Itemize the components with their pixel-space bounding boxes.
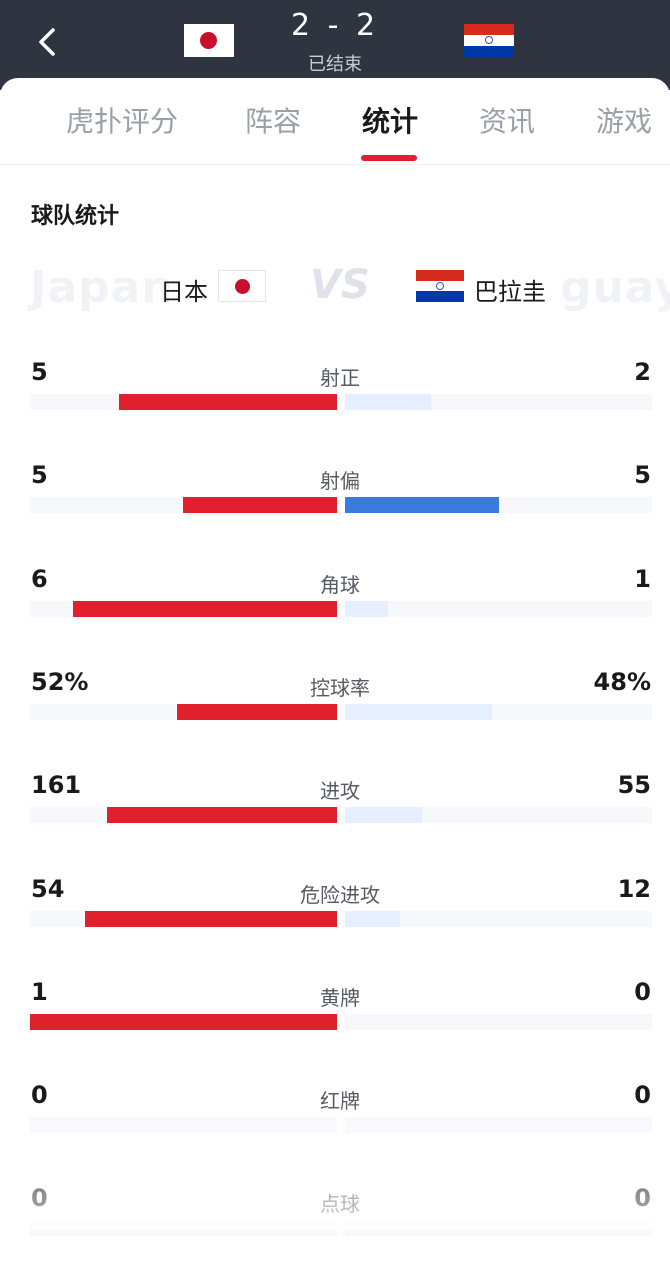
home-stat-bar xyxy=(177,704,337,720)
tab-hupu-rating[interactable]: 虎扑评分 xyxy=(66,100,178,140)
home-stat-value: 161 xyxy=(31,771,82,799)
home-stat-bar xyxy=(119,394,337,410)
stat-row: 0 红牌 0 xyxy=(0,1081,670,1161)
home-stat-track xyxy=(30,1117,337,1133)
stat-row: 52% 控球率 48% xyxy=(0,668,670,748)
home-stat-bar xyxy=(107,807,337,823)
away-stat-value: 2 xyxy=(634,358,651,386)
home-stat-bar xyxy=(73,601,337,617)
home-stat-track xyxy=(30,911,337,927)
away-stat-value: 0 xyxy=(634,1184,651,1212)
away-team-name: 巴拉圭 xyxy=(474,278,546,306)
tab-lineup[interactable]: 阵容 xyxy=(245,100,301,140)
away-stat-value: 1 xyxy=(634,565,651,593)
home-stat-track xyxy=(30,394,337,410)
stat-row: 1 黄牌 0 xyxy=(0,978,670,1058)
home-stat-track xyxy=(30,601,337,617)
home-stat-track xyxy=(30,1014,337,1030)
japan-flag-icon xyxy=(218,270,266,302)
stat-label: 点球 xyxy=(320,1192,360,1216)
home-stat-value: 5 xyxy=(31,358,48,386)
section-title: 球队统计 xyxy=(31,204,120,229)
tab-stats[interactable]: 统计 xyxy=(362,100,418,140)
home-stat-track xyxy=(30,704,337,720)
stat-row: 54 危险进攻 12 xyxy=(0,875,670,955)
away-stat-track xyxy=(345,704,652,720)
stat-row: 5 射正 2 xyxy=(0,358,670,438)
back-button[interactable] xyxy=(28,22,68,62)
home-stat-value: 5 xyxy=(31,461,48,489)
away-stat-track xyxy=(345,807,652,823)
tab-bar: 虎扑评分 阵容 统计 资讯 游戏 xyxy=(0,78,670,165)
home-team-name: 日本 xyxy=(160,278,208,306)
away-stat-value: 12 xyxy=(617,875,651,903)
away-stat-bar xyxy=(345,601,388,617)
stat-label: 角球 xyxy=(320,573,360,597)
stat-label: 射偏 xyxy=(320,469,360,493)
away-stat-value: 0 xyxy=(634,1081,651,1109)
home-stat-bar xyxy=(183,497,337,513)
chevron-left-icon xyxy=(39,28,55,56)
away-stat-value: 0 xyxy=(634,978,651,1006)
home-stat-value: 54 xyxy=(31,875,65,903)
away-stat-value: 55 xyxy=(617,771,651,799)
match-status: 已结束 xyxy=(308,54,362,75)
active-tab-indicator xyxy=(361,155,417,161)
stat-row: 161 进攻 55 xyxy=(0,771,670,851)
tab-news[interactable]: 资讯 xyxy=(479,100,535,140)
home-stat-track xyxy=(30,1220,337,1236)
away-stat-bar xyxy=(345,911,400,927)
vs-label: VS xyxy=(310,262,370,308)
stat-row: 5 射偏 5 xyxy=(0,461,670,541)
stat-label: 黄牌 xyxy=(320,986,360,1010)
japan-flag-icon xyxy=(184,24,234,57)
home-stat-value: 1 xyxy=(31,978,48,1006)
paraguay-flag-icon xyxy=(416,270,464,302)
stat-row: 6 角球 1 xyxy=(0,565,670,645)
home-stat-value: 6 xyxy=(31,565,48,593)
home-stat-track xyxy=(30,497,337,513)
away-stat-track xyxy=(345,1014,652,1030)
away-stat-track xyxy=(345,497,652,513)
stat-label: 红牌 xyxy=(320,1089,360,1113)
away-ghost-text: guay xyxy=(560,262,670,313)
stat-label: 射正 xyxy=(320,366,360,390)
home-stat-bar xyxy=(30,1014,337,1030)
away-stat-track xyxy=(345,601,652,617)
stat-label: 危险进攻 xyxy=(300,883,380,907)
home-ghost-text: Japan xyxy=(30,262,174,313)
home-stat-track xyxy=(30,807,337,823)
home-stat-value: 0 xyxy=(31,1184,48,1212)
away-stat-bar xyxy=(345,704,492,720)
stat-row: 0 点球 0 xyxy=(0,1184,670,1264)
away-stat-track xyxy=(345,394,652,410)
away-stat-bar xyxy=(345,807,422,823)
stat-label: 控球率 xyxy=(310,676,370,700)
paraguay-flag-icon xyxy=(464,24,514,57)
home-stat-value: 0 xyxy=(31,1081,48,1109)
stat-label: 进攻 xyxy=(320,779,360,803)
away-stat-value: 48% xyxy=(593,668,651,696)
away-stat-track xyxy=(345,1220,652,1236)
away-stat-bar xyxy=(345,394,431,410)
away-stat-bar xyxy=(345,497,499,513)
away-stat-track xyxy=(345,911,652,927)
tab-games[interactable]: 游戏 xyxy=(596,100,652,140)
away-stat-value: 5 xyxy=(634,461,651,489)
match-score: 2 - 2 xyxy=(290,8,380,43)
away-stat-track xyxy=(345,1117,652,1133)
match-header: 2 - 2 已结束 xyxy=(0,0,670,90)
home-stat-bar xyxy=(85,911,337,927)
home-stat-value: 52% xyxy=(31,668,89,696)
